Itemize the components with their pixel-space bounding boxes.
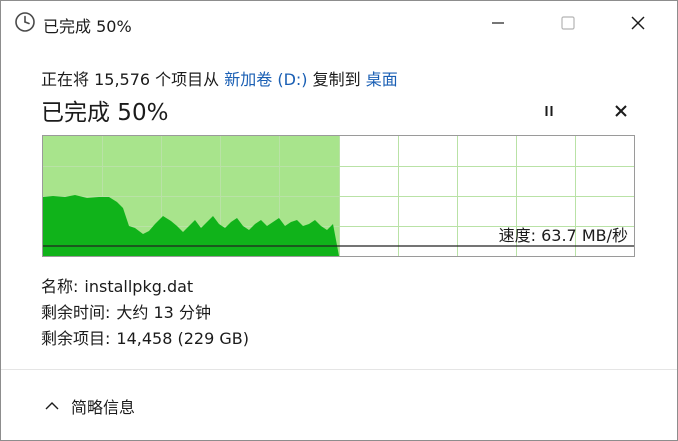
operation-prefix: 正在将 15,576 个项目从 <box>41 70 225 89</box>
time-remaining-label: 剩余时间: <box>41 303 111 322</box>
source-link[interactable]: 新加卷 (D:) <box>224 70 307 89</box>
copy-progress-window: 已完成 50% 正在将 15,576 个项目从 新加卷 (D:) 复制到 桌面 … <box>0 0 678 441</box>
minimize-button[interactable] <box>475 1 521 45</box>
pause-icon <box>545 106 553 116</box>
chevron-up-icon <box>45 402 59 410</box>
time-remaining-value: 大约 13 分钟 <box>116 303 211 322</box>
file-name-value: installpkg.dat <box>84 277 194 296</box>
close-button[interactable] <box>615 1 661 45</box>
progress-status: 已完成 50% <box>41 100 169 126</box>
items-remaining-row: 剩余项目: 14,458 (229 GB) <box>41 325 249 349</box>
cancel-button[interactable] <box>610 100 632 122</box>
items-remaining-label: 剩余项目: <box>41 329 111 348</box>
transfer-speed-graph: 速度: 63.7 MB/秒 <box>42 135 635 257</box>
speed-label: 速度: 63.7 MB/秒 <box>498 226 628 245</box>
fewer-details-label: 简略信息 <box>71 398 136 417</box>
clock-icon <box>14 11 36 33</box>
title-bar[interactable]: 已完成 50% <box>1 1 677 45</box>
close-icon <box>631 16 645 30</box>
operation-middle: 复制到 <box>307 70 366 89</box>
file-name-label: 名称: <box>41 277 79 296</box>
items-remaining-value: 14,458 (229 GB) <box>116 329 249 348</box>
operation-description: 正在将 15,576 个项目从 新加卷 (D:) 复制到 桌面 <box>41 66 398 90</box>
maximize-button <box>545 1 591 45</box>
minimize-icon <box>492 22 504 24</box>
maximize-icon <box>561 16 575 30</box>
pause-button[interactable] <box>538 100 560 122</box>
fewer-details-button[interactable]: 简略信息 <box>45 394 135 418</box>
window-title: 已完成 50% <box>43 17 132 36</box>
destination-link[interactable]: 桌面 <box>366 70 398 89</box>
cancel-icon <box>615 105 627 117</box>
footer: 简略信息 <box>1 370 677 440</box>
file-name-row: 名称: installpkg.dat <box>41 273 193 297</box>
time-remaining-row: 剩余时间: 大约 13 分钟 <box>41 299 211 323</box>
